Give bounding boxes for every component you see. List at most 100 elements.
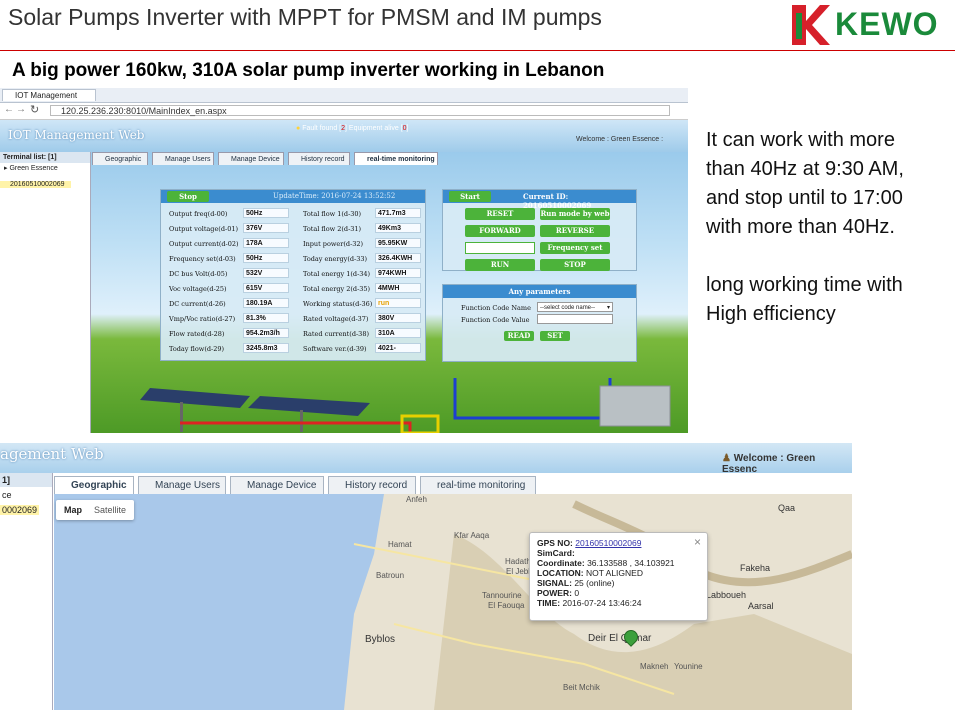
- power-value: 0: [574, 588, 580, 598]
- kewo-logo-mark: [792, 5, 830, 45]
- stop-button[interactable]: STOP: [540, 259, 610, 271]
- slide-subtitle: A big power 160kw, 310A solar pump inver…: [12, 60, 605, 81]
- run-mode-web-button[interactable]: Run mode by web: [540, 208, 610, 220]
- power-label: POWER:: [537, 588, 572, 598]
- param-value: 4021-: [375, 343, 421, 353]
- param-label: Flow rated(d-28): [169, 330, 225, 338]
- param-label: DC current(d-26): [169, 300, 226, 308]
- param-label: Rated current(d-38): [303, 330, 369, 338]
- simcard-label: SimCard:: [537, 548, 575, 558]
- coordinate-value: 36.133588 , 34.103921: [587, 558, 675, 568]
- param-value: 615V: [243, 283, 289, 293]
- description-line-4: with more than 40Hz.: [706, 216, 895, 238]
- map-tab-history-record[interactable]: History record: [328, 476, 416, 494]
- fault-label: Fault found: [302, 125, 338, 132]
- update-time: UpdateTime: 2016-07-24 13:52:52: [273, 192, 396, 200]
- equipment-label: Equipment alive: [348, 125, 399, 132]
- time-label: TIME:: [537, 598, 561, 608]
- welcome-text: Welcome : Green Essence :: [576, 136, 664, 143]
- reload-icon[interactable]: ↻: [30, 103, 39, 116]
- address-bar[interactable]: 120.25.236.230:8010/MainIndex_en.aspx: [50, 105, 670, 116]
- map-screenshot: agement Web ♟ Welcome : Green Essenc 1] …: [0, 443, 852, 710]
- tab-geographic[interactable]: Geographic: [92, 152, 148, 165]
- param-value: 310A: [375, 328, 421, 338]
- time-value: 2016-07-24 13:46:24: [562, 598, 642, 608]
- map-canvas[interactable]: [54, 494, 852, 710]
- function-code-name-label: Function Code Name: [461, 304, 531, 312]
- signal-value: 25 (online): [574, 578, 615, 588]
- main-tabs: Geographic Manage Users Manage Device Hi…: [92, 152, 652, 166]
- location-value: NOT ALIGNED: [585, 568, 643, 578]
- tree-root[interactable]: ▸ Green Essence: [0, 163, 90, 173]
- param-label: Working status(d-36): [303, 300, 373, 308]
- param-value: 380V: [375, 313, 421, 323]
- map-tab-geographic[interactable]: Geographic: [54, 476, 134, 494]
- browser-tabstrip: IOT Management Web: [0, 88, 688, 112]
- place-kfar-aaqa: Kfar Aaqa: [454, 531, 490, 540]
- gps-no-label: GPS NO:: [537, 538, 573, 548]
- run-button[interactable]: RUN: [465, 259, 535, 271]
- tab-manage-device[interactable]: Manage Device: [218, 152, 284, 165]
- param-value: 471.7m3: [375, 208, 421, 218]
- gps-info-popup: GPS NO: 20160510002069 × SimCard: Coordi…: [529, 532, 708, 621]
- coordinate-label: Coordinate:: [537, 558, 585, 568]
- back-icon[interactable]: ←: [4, 104, 14, 115]
- tree-device[interactable]: 20160510002069: [0, 181, 71, 188]
- function-code-select[interactable]: --select code name-- ▾: [537, 302, 613, 312]
- close-icon[interactable]: ×: [694, 535, 701, 549]
- forward-button[interactable]: FORWARD: [465, 225, 535, 237]
- place-byblos: Byblos: [365, 634, 396, 645]
- param-value: run: [375, 298, 421, 308]
- folder-icon: ▸: [4, 165, 8, 172]
- tab-realtime-monitoring[interactable]: real-time monitoring: [354, 152, 438, 165]
- solar-array-illustration: [140, 378, 671, 433]
- browser-tab[interactable]: IOT Management Web: [2, 89, 96, 112]
- reverse-button[interactable]: REVERSE: [540, 225, 610, 237]
- tab-history-record[interactable]: History record: [288, 152, 350, 165]
- place-anfeh: Anfeh: [406, 495, 427, 504]
- param-value: 3245.8m3: [243, 343, 289, 353]
- map-tabs: Geographic Manage Users Manage Device Hi…: [54, 476, 844, 494]
- forward-icon[interactable]: →: [16, 104, 26, 115]
- reset-button[interactable]: RESET: [465, 208, 535, 220]
- frequency-input[interactable]: [465, 242, 535, 254]
- place-makneh: Makneh: [640, 662, 669, 671]
- map-tab-manage-users[interactable]: Manage Users: [138, 476, 226, 494]
- map-tree-device[interactable]: 0002069: [0, 505, 40, 515]
- param-label: Total flow 2(d-31): [303, 225, 362, 233]
- map-type-control: Map Satellite: [56, 500, 134, 520]
- read-button[interactable]: READ: [504, 331, 534, 341]
- frequency-set-button[interactable]: Frequency set: [540, 242, 610, 254]
- param-label: Input power(d-32): [303, 240, 364, 248]
- param-label: Output current(d-02): [169, 240, 239, 248]
- param-value: 326.4KWH: [375, 253, 421, 263]
- map-welcome: ♟ Welcome : Green Essenc: [722, 453, 816, 475]
- gps-no-link[interactable]: 20160510002069: [575, 538, 641, 548]
- param-value: 95.95KW: [375, 238, 421, 248]
- param-label: Output freq(d-00): [169, 210, 228, 218]
- control-panel: Start Current ID: 20160510002069 RESET R…: [442, 189, 637, 271]
- description-line-3: and stop until to 17:00: [706, 187, 903, 209]
- header-divider: [0, 50, 955, 51]
- place-deir-el-qamar: Deir El Qamar: [588, 633, 652, 644]
- map-type-map[interactable]: Map: [56, 505, 90, 515]
- map-tab-realtime-monitoring[interactable]: real-time monitoring: [420, 476, 536, 494]
- param-label: Total energy 1(d-34): [303, 270, 371, 278]
- place-beit-mchik: Beit Mchik: [563, 683, 600, 692]
- set-button[interactable]: SET: [540, 331, 570, 341]
- map-app-title: agement Web: [0, 445, 104, 463]
- param-label: DC bus Volt(d-05): [169, 270, 228, 278]
- param-label: Voc voltage(d-25): [169, 285, 227, 293]
- param-value: 50Hz: [243, 253, 289, 263]
- param-label: Rated voltage(d-37): [303, 315, 369, 323]
- function-code-value-input[interactable]: [537, 314, 613, 324]
- param-value: 4MWH: [375, 283, 421, 293]
- map-tab-manage-device[interactable]: Manage Device: [230, 476, 324, 494]
- map-type-satellite[interactable]: Satellite: [90, 505, 130, 515]
- param-value: 532V: [243, 268, 289, 278]
- map-terrain: [54, 494, 852, 710]
- tab-manage-users[interactable]: Manage Users: [152, 152, 214, 165]
- map-sidebar: 1] ce 0002069: [0, 473, 53, 710]
- param-value: 954.2m3/h: [243, 328, 289, 338]
- map-tree-root[interactable]: ce: [0, 487, 52, 500]
